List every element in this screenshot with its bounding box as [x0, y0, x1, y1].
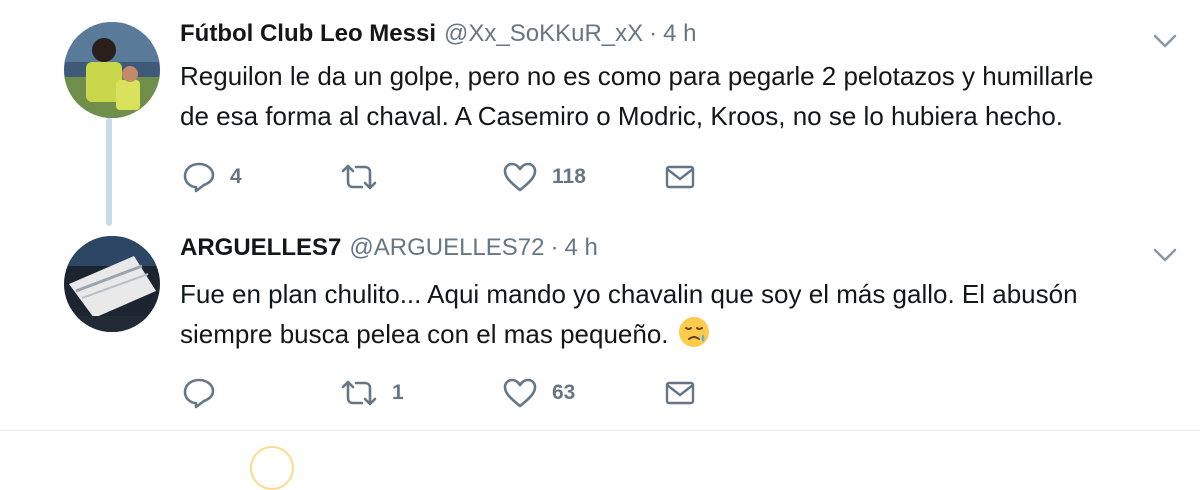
retweet-button[interactable]: 1	[340, 376, 404, 410]
user-handle[interactable]: @ARGUELLES72	[349, 234, 544, 261]
chevron-down-icon[interactable]	[1152, 246, 1178, 264]
chevron-down-icon[interactable]	[1152, 32, 1178, 50]
direct-message-icon	[665, 165, 695, 189]
tweet-text: Reguilon le da un golpe, pero no es como…	[180, 56, 1170, 136]
tweet-text-line: de esa forma al chaval. A Casemiro o Mod…	[180, 101, 1064, 131]
like-button[interactable]: 118	[502, 160, 586, 194]
reply-count: 4	[230, 165, 242, 188]
direct-message-button[interactable]	[664, 376, 696, 410]
reply-icon	[183, 378, 215, 409]
tweet-text-line: Fue en plan chulito... Aqui mando yo cha…	[180, 279, 1078, 309]
direct-message-icon	[665, 381, 695, 405]
reply-button[interactable]	[182, 376, 230, 410]
timestamp[interactable]: 4 h	[663, 20, 696, 47]
profile-photo-soccer-boot-icon	[64, 236, 160, 332]
user-handle[interactable]: @Xx_SoKKuR_xX	[444, 20, 643, 47]
tweet-divider	[0, 430, 1200, 431]
avatar[interactable]	[64, 22, 160, 118]
sad-relieved-face-emoji-icon	[677, 315, 711, 360]
timestamp[interactable]: 4 h	[564, 234, 597, 261]
retweet-count: 1	[392, 381, 404, 404]
tweet-text: Fue en plan chulito... Aqui mando yo cha…	[180, 274, 1170, 360]
next-tweet-avatar[interactable]	[250, 446, 294, 490]
separator-dot: ·	[649, 20, 658, 47]
tweet-text-line: Reguilon le da un golpe, pero no es como…	[180, 61, 1094, 91]
like-icon	[503, 162, 537, 192]
avatar[interactable]	[64, 236, 160, 332]
retweet-button[interactable]	[340, 160, 392, 194]
display-name[interactable]: Fútbol Club Leo Messi	[180, 20, 436, 47]
retweet-icon	[341, 380, 377, 406]
retweet-icon	[341, 164, 377, 190]
thread-connector-line	[106, 118, 112, 226]
like-count: 63	[552, 381, 576, 404]
reply-button[interactable]: 4	[182, 160, 242, 194]
tweet-text-line: siempre busca pelea con el mas pequeño.	[180, 319, 669, 349]
reply-icon	[183, 162, 215, 193]
profile-photo-soccer-player-icon	[64, 22, 160, 118]
direct-message-button[interactable]	[664, 160, 696, 194]
like-button[interactable]: 63	[502, 376, 575, 410]
display-name[interactable]: ARGUELLES7	[180, 234, 341, 261]
like-icon	[503, 378, 537, 408]
like-count: 118	[552, 165, 586, 188]
separator-dot: ·	[550, 234, 559, 261]
